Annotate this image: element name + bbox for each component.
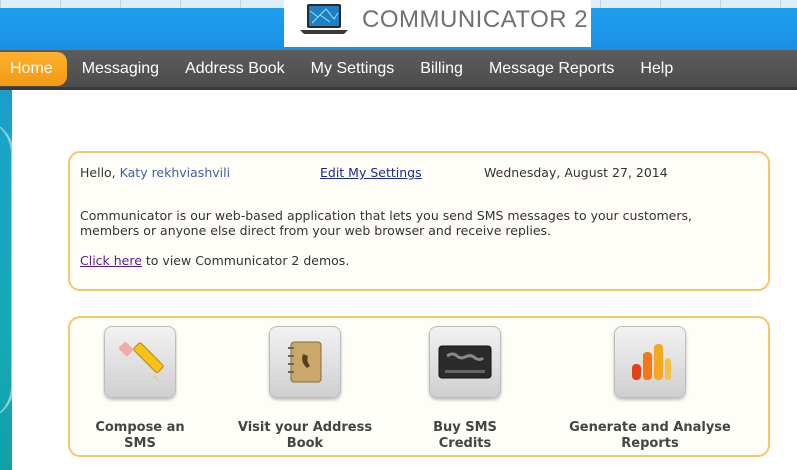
app-description: Communicator is our web-based applicatio… [80, 208, 692, 238]
buy-credits-label: Buy SMS Credits [433, 420, 497, 451]
header-banner: COMMUNICATOR 2 [0, 0, 797, 50]
greeting: Hello, Katy rekhviashvili [80, 165, 230, 180]
nav-messaging[interactable]: Messaging [69, 60, 172, 78]
main-nav: Home Messaging Address Book My Settings … [0, 50, 797, 90]
reports-button[interactable]: Generate and Analyse Reports [555, 326, 745, 452]
quick-actions-panel: Compose an SMS Visit your Address Book B… [68, 316, 770, 457]
welcome-panel: Hello, Katy rekhviashvili Edit My Settin… [68, 151, 770, 291]
demo-link[interactable]: Click here [80, 253, 142, 268]
credit-card-icon [429, 326, 501, 398]
greeting-text: Hello, [80, 165, 116, 180]
current-date: Wednesday, August 27, 2014 [484, 165, 668, 180]
pencil-icon [104, 326, 176, 398]
reports-label: Generate and Analyse Reports [569, 420, 731, 451]
demo-suffix: to view Communicator 2 demos. [141, 253, 350, 268]
nav-message-reports[interactable]: Message Reports [476, 60, 627, 78]
address-book-icon [269, 326, 341, 398]
address-book-button[interactable]: Visit your Address Book [225, 326, 385, 452]
address-book-label: Visit your Address Book [237, 420, 373, 451]
user-name: Katy rekhviashvili [119, 165, 231, 180]
compose-sms-button[interactable]: Compose an SMS [90, 326, 190, 452]
buy-credits-button[interactable]: Buy SMS Credits [415, 326, 515, 452]
nav-my-settings[interactable]: My Settings [298, 60, 408, 78]
compose-sms-label: Compose an SMS [95, 420, 185, 451]
laptop-icon [300, 4, 348, 34]
demo-line: Click here to view Communicator 2 demos. [80, 253, 349, 268]
nav-help[interactable]: Help [627, 60, 686, 78]
nav-home[interactable]: Home [0, 51, 67, 86]
bar-chart-icon [614, 326, 686, 398]
logo-text: COMMUNICATOR 2 [362, 6, 589, 33]
logo[interactable]: COMMUNICATOR 2 [284, 0, 591, 47]
nav-billing[interactable]: Billing [407, 60, 476, 78]
edit-settings-link[interactable]: Edit My Settings [320, 165, 422, 180]
nav-address-book[interactable]: Address Book [172, 60, 298, 78]
